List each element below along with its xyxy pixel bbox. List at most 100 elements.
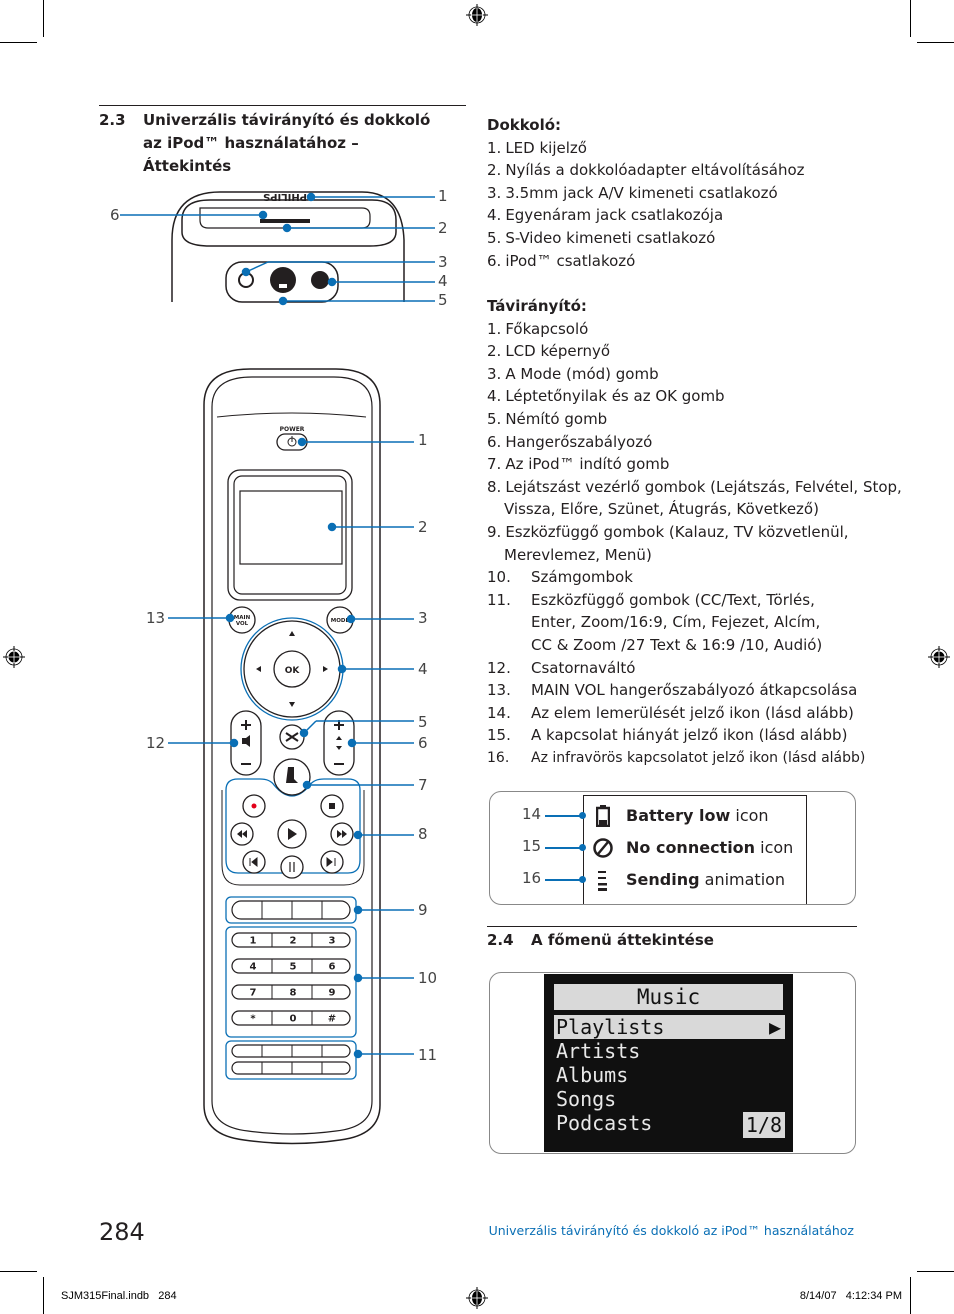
list-item-text: iPod™ csatlakozó	[505, 251, 636, 270]
list-item-number: 9.	[487, 522, 502, 541]
list-item-number: 8.	[487, 477, 502, 496]
list-item: 9. Eszközfüggő gombok (Kalauz, TV közvetl…	[487, 521, 867, 566]
list-item-continuation: Merevlemez, Menü)	[504, 545, 652, 564]
status-icon-suffix: icon	[755, 838, 794, 857]
crop-mark	[910, 0, 911, 37]
callout-number: 7	[418, 776, 428, 794]
list-item-number: 1.	[487, 319, 502, 338]
slug-filename: SJM315Final.indb 284	[61, 1290, 177, 1302]
list-item-number: 6.	[487, 251, 502, 270]
callout-number: 6	[110, 206, 120, 224]
section-2-4-heading: 2.4 A főmenü áttekintése	[487, 929, 857, 953]
lcd-menu-screen: Music Playlists ▶ Artists Albums Songs P…	[544, 974, 793, 1152]
list-item-text: Csatornaváltó	[531, 658, 636, 677]
registration-mark-icon	[928, 646, 950, 668]
list-item-text: Eszközfüggő gombok (Kalauz, TV közvetlen…	[505, 522, 849, 541]
section-2-3-heading: 2.3 Univerzális távirányító és dokkoló a…	[99, 109, 466, 175]
lcd-menu-item[interactable]: Songs	[556, 1087, 616, 1111]
list-item-number: 2.	[487, 342, 502, 361]
list-item: 5. S-Video kimeneti csatlakozó	[487, 227, 867, 250]
section-rule	[487, 926, 857, 927]
list-item: 5. Némító gomb	[487, 408, 867, 431]
crop-mark	[43, 1277, 44, 1314]
lcd-menu-item[interactable]: Artists	[556, 1039, 640, 1063]
status-icon-suffix: animation	[699, 870, 786, 889]
list-item-text: Eszközfüggő gombok (CC/Text, Törlés,	[531, 590, 815, 609]
callout-dot	[579, 812, 586, 819]
section-number: 2.3	[99, 111, 126, 129]
callout-number: 2	[438, 219, 448, 237]
list-item: 3. A Mode (mód) gomb	[487, 363, 867, 386]
list-item: 2. Nyílás a dokkolóadapter eltávolításáho…	[487, 159, 867, 182]
list-item: 10. Számgombok	[487, 566, 867, 589]
list-item-text: Hangerőszabályozó	[505, 432, 653, 451]
lcd-menu-item-label: Playlists	[556, 1015, 665, 1039]
callout-number: 2	[418, 518, 428, 536]
list-item-number: 5.	[487, 409, 502, 428]
list-item-number: 16.	[487, 749, 510, 766]
lcd-menu-item[interactable]: Playlists ▶	[554, 1015, 785, 1039]
list-item-text: 3.5mm jack A/V kimeneti csatlakozó	[505, 183, 778, 202]
chevron-right-icon: ▶	[768, 1015, 781, 1039]
callout-number: 1	[418, 431, 428, 449]
list-item: 14. Az elem lemerülését jelző ikon (lásd …	[487, 702, 867, 725]
list-item-number: 14.	[487, 703, 511, 722]
list-item-text: Főkapcsoló	[505, 319, 589, 338]
slug-timestamp: 8/14/07 4:12:34 PM	[799, 1290, 902, 1302]
status-icon-name: Sending	[626, 870, 700, 889]
sending-animation-icon	[596, 869, 610, 895]
lcd-page-indicator: 1/8	[742, 1112, 785, 1138]
list-item-text: S-Video kimeneti csatlakozó	[505, 228, 716, 247]
list-item-text: Az iPod™ indító gomb	[505, 455, 670, 474]
callout-number: 13	[146, 609, 166, 627]
list-item: 4. Egyenáram jack csatlakozója	[487, 204, 867, 227]
callout-number: 3	[418, 609, 428, 627]
callout-dot	[579, 876, 586, 883]
list-item-text: A kapcsolat hiányát jelző ikon (lásd alá…	[531, 726, 848, 745]
callout-number: 15	[522, 837, 542, 855]
callout-number: 5	[418, 713, 428, 731]
list-item: 6. Hangerőszabályozó	[487, 431, 867, 454]
list-item-text: Számgombok	[531, 568, 633, 587]
registration-mark-icon	[3, 646, 25, 668]
callout-number: 10	[418, 969, 438, 987]
crop-mark	[0, 1271, 37, 1272]
list-item-number: 13.	[487, 681, 511, 700]
list-item-text: Nyílás a dokkolóadapter eltávolításához	[505, 161, 805, 180]
remote-parts-list: Távirányító: 1. Főkapcsoló 2. LCD képernyő 3…	[487, 295, 902, 769]
list-item: 7. Az iPod™ indító gomb	[487, 453, 867, 476]
section-number: 2.4	[487, 931, 514, 949]
status-icon-name: Battery low	[626, 806, 731, 825]
callout-number: 6	[418, 734, 428, 752]
remote-callout-lines	[168, 437, 414, 1059]
list-item-number: 2.	[487, 161, 502, 180]
status-icon-suffix: icon	[730, 806, 769, 825]
status-icon-label: Battery low icon	[626, 806, 769, 825]
callout-line	[545, 847, 582, 849]
running-title: Univerzális távirányító és dokkoló az iP…	[488, 1223, 854, 1238]
list-item-number: 15.	[487, 726, 511, 745]
lcd-menu-item[interactable]: Albums	[556, 1063, 628, 1087]
status-icon-label: No connection icon	[626, 838, 793, 857]
battery-low-icon	[595, 805, 611, 831]
list-item-number: 1.	[487, 138, 502, 157]
callout-number: 14	[522, 805, 542, 823]
list-item-number: 3.	[487, 364, 502, 383]
lcd-menu-item[interactable]: Podcasts	[556, 1111, 652, 1135]
list-item-text: Az infravörös kapcsolatot jelző ikon (lá…	[531, 749, 866, 766]
list-item-text: MAIN VOL hangerőszabályozó átkapcsolása	[531, 681, 858, 700]
callout-number: 9	[418, 901, 428, 919]
section-rule	[99, 105, 466, 106]
no-connection-icon	[592, 837, 614, 863]
list-item-number: 7.	[487, 455, 502, 474]
callout-number: 16	[522, 869, 542, 887]
callout-number: 4	[418, 660, 428, 678]
dock-parts-list: Dokkoló: 1. LED kijelző 2. Nyílás a dokkoló…	[487, 114, 867, 272]
callout-number: 12	[146, 734, 166, 752]
crop-mark	[910, 1277, 911, 1314]
list-item: 6. iPod™ csatlakozó	[487, 250, 867, 273]
list-item-number: 12.	[487, 658, 511, 677]
crop-mark	[917, 1271, 954, 1272]
list-item: 3. 3.5mm jack A/V kimeneti csatlakozó	[487, 182, 867, 205]
callout-number: 1	[438, 187, 448, 205]
